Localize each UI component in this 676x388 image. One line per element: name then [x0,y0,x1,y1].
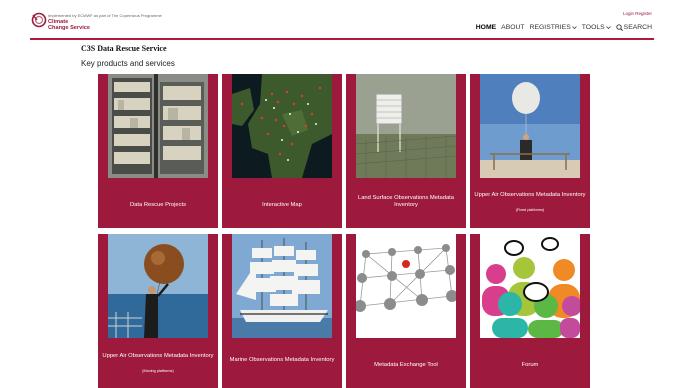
card-title: Upper Air Observations Metadata Inventor… [474,192,586,198]
card-interactive-map[interactable]: Interactive Map [222,74,342,228]
chevron-down-icon [605,25,611,30]
archive-shelves-photo [108,74,208,178]
card-upper-air-fixed[interactable]: Upper Air Observations Metadata Inventor… [470,74,590,228]
card-title: Metadata Exchange Tool [374,362,438,368]
card-title: Interactive Map [262,202,302,208]
header-divider [30,38,654,40]
europe-map-photo [232,74,332,178]
nav-search-label: SEARCH [623,24,652,31]
implemented-by-text: Implemented by ECMWF as part of The Cope… [48,13,162,18]
nav-tools[interactable]: TOOLS [582,24,611,31]
page-subtitle: Key products and services [81,59,175,68]
card-title: Data Rescue Projects [129,202,187,208]
login-register-link[interactable]: Login Register [623,11,652,16]
ship-balloon-photo [108,234,208,338]
sailing-ship-photo [232,234,332,338]
brand-name[interactable]: Climate Change Service [48,19,90,31]
nav-home-label: HOME [475,24,497,31]
card-subtitle: (Fixed platforms) [515,208,545,212]
nav-registries-label: REGISTRIES [529,24,571,31]
nav-home[interactable]: HOME [476,24,496,31]
card-upper-air-moving[interactable]: Upper Air Observations Metadata Inventor… [98,234,218,388]
nav-about-label: ABOUT [501,24,525,31]
nav-about[interactable]: ABOUT [501,24,524,31]
card-title: Forum [521,362,539,368]
card-marine-observations[interactable]: Marine Observations Metadata Inventory [222,234,342,388]
nav-registries[interactable]: REGISTRIES [530,24,577,31]
page-title: C3S Data Rescue Service [81,44,167,53]
card-data-rescue-projects[interactable]: Data Rescue Projects [98,74,218,228]
chevron-down-icon [571,25,577,30]
search-icon [616,24,623,31]
people-speech-bubbles-image [480,234,580,338]
copernicus-logo[interactable] [31,11,47,29]
network-spheres-image [356,234,456,338]
card-title: Upper Air Observations Metadata Inventor… [102,353,214,359]
weather-balloon-photo [480,74,580,178]
weather-station-photo [356,74,456,178]
card-subtitle: (Moving platforms) [142,369,174,373]
brand-line-2: Change Service [48,25,90,31]
nav-search[interactable]: SEARCH [616,24,652,31]
card-metadata-exchange-tool[interactable]: Metadata Exchange Tool [346,234,466,388]
main-nav: HOME ABOUT REGISTRIES TOOLS SEARCH [476,24,652,31]
card-forum[interactable]: Forum [470,234,590,388]
card-title: Marine Observations Metadata Inventory [229,357,335,363]
card-land-surface-observations[interactable]: Land Surface Observations Metadata Inven… [346,74,466,228]
nav-tools-label: TOOLS [581,24,605,31]
card-title: Land Surface Observations Metadata Inven… [357,195,455,208]
site-header: Implemented by ECMWF as part of The Cope… [0,0,676,38]
